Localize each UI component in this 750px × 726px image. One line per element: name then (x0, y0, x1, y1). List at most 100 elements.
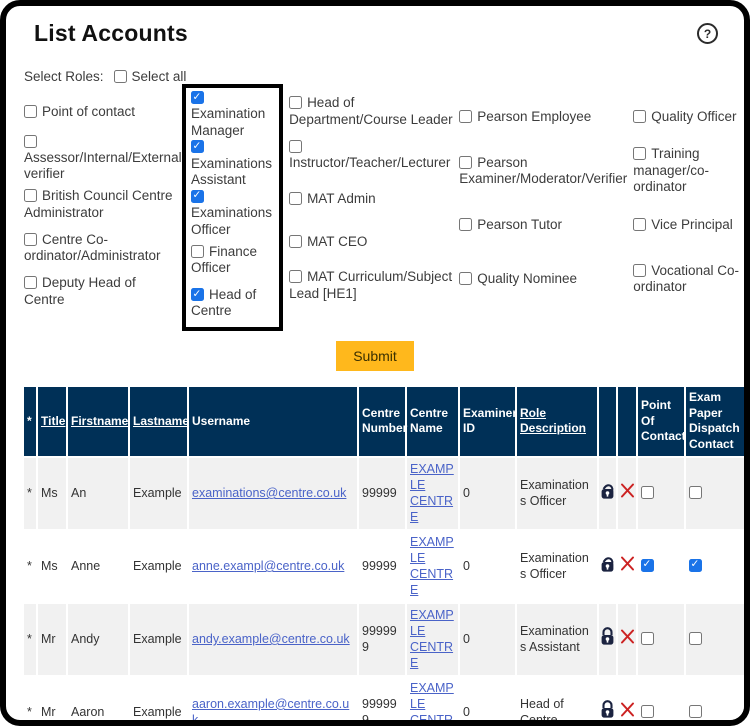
role-checkbox[interactable] (191, 91, 204, 104)
unlock-icon[interactable] (599, 553, 618, 578)
username-link[interactable]: andy.example@centre.co.uk (192, 632, 350, 646)
role-checkbox[interactable] (459, 272, 472, 285)
role-checkbox-item[interactable]: Examinations Assistant (191, 139, 274, 188)
submit-button[interactable]: Submit (336, 341, 414, 371)
username-link[interactable]: anne.exampl@centre.co.uk (192, 559, 344, 573)
role-checkbox-item[interactable]: Examinations Officer (191, 189, 274, 238)
role-checkbox[interactable] (289, 96, 302, 109)
role-label: Pearson Employee (477, 109, 591, 124)
role-checkbox[interactable] (459, 156, 472, 169)
role-checkbox[interactable] (24, 105, 37, 118)
point-of-contact-checkbox[interactable] (641, 632, 654, 645)
cell-star: * (24, 677, 36, 726)
role-checkbox-item[interactable]: MAT CEO (289, 221, 453, 265)
cell-username: andy.example@centre.co.uk (189, 604, 357, 675)
role-label: Examinations Officer (191, 205, 272, 236)
centre-name-link[interactable]: EXAMPLE CENTRE (410, 462, 454, 525)
role-checkbox-item[interactable]: Centre Co-ordinator/Administrator (24, 226, 176, 270)
role-description-text: Examinations Officer (520, 478, 589, 508)
lock-icon[interactable] (599, 699, 616, 724)
column-header[interactable]: Lastname (130, 387, 187, 455)
help-icon[interactable]: ? (697, 23, 718, 44)
column-header (618, 387, 636, 455)
role-checkbox[interactable] (191, 190, 204, 203)
column-header[interactable]: Title (38, 387, 66, 455)
role-checkbox-item[interactable]: Examination Manager (191, 90, 274, 139)
sort-link[interactable]: Firstname (71, 414, 128, 428)
cell-firstname: Aaron (68, 677, 128, 726)
role-checkbox[interactable] (191, 245, 204, 258)
centre-name-link[interactable]: EXAMPLE CENTRE (410, 535, 454, 598)
point-of-contact-checkbox[interactable] (641, 486, 654, 499)
role-checkbox[interactable] (191, 140, 204, 153)
exam-dispatch-checkbox[interactable] (689, 705, 702, 718)
role-checkbox[interactable] (633, 110, 646, 123)
point-of-contact-checkbox[interactable] (641, 705, 654, 718)
role-checkbox[interactable] (289, 192, 302, 205)
role-label: Instructor/Teacher/Lecturer (289, 155, 450, 170)
centre-name-link[interactable]: EXAMPLE CENTRE (410, 608, 454, 671)
role-label: Pearson Tutor (477, 217, 562, 232)
role-checkbox[interactable] (633, 218, 646, 231)
exam-dispatch-checkbox[interactable] (689, 486, 702, 499)
column-header: Username (189, 387, 357, 455)
centre-name-link[interactable]: EXAMPLE CENTRE (410, 681, 454, 726)
role-checkbox[interactable] (289, 270, 302, 283)
cell-exam-dispatch (686, 604, 744, 675)
role-checkbox-item[interactable]: MAT Admin (289, 177, 453, 221)
role-checkbox-item[interactable]: Deputy Head of Centre (24, 270, 176, 314)
exam-dispatch-checkbox[interactable] (689, 632, 702, 645)
role-checkbox-item[interactable]: Vice Principal (633, 198, 740, 252)
cell-star: * (24, 604, 36, 675)
role-checkbox-item[interactable]: Head of Centre (191, 282, 274, 326)
select-all-checkbox[interactable] (114, 70, 127, 83)
role-checkbox-item[interactable]: Training manager/co-ordinator (633, 144, 740, 198)
lock-icon[interactable] (599, 626, 616, 651)
role-checkbox-item[interactable]: Head of Department/Course Leader (289, 90, 453, 134)
username-link[interactable]: examinations@centre.co.uk (192, 486, 346, 500)
role-checkbox[interactable] (24, 276, 37, 289)
cell-title: Mr (38, 677, 66, 726)
role-checkbox[interactable] (459, 110, 472, 123)
role-checkbox-item[interactable]: Finance Officer (191, 238, 274, 282)
role-checkbox-item[interactable]: Instructor/Teacher/Lecturer (289, 134, 453, 178)
username-link[interactable]: aaron.example@centre.co.uk (192, 697, 349, 726)
role-checkbox-item[interactable]: Vocational Co-ordinator (633, 252, 740, 306)
role-checkbox[interactable] (633, 147, 646, 160)
sort-link[interactable]: Title (41, 414, 65, 428)
role-checkbox[interactable] (24, 189, 37, 202)
column-header[interactable]: Role Description (517, 387, 597, 455)
role-label: Quality Nominee (477, 271, 577, 286)
role-checkbox[interactable] (24, 135, 37, 148)
select-all-label[interactable]: Select all (132, 69, 187, 84)
unlock-icon[interactable] (599, 480, 618, 505)
role-checkbox-item[interactable]: Pearson Employee (459, 90, 627, 144)
role-checkbox-item[interactable]: Pearson Examiner/Moderator/Verifier (459, 144, 627, 198)
delete-icon[interactable] (620, 629, 635, 648)
role-checkbox-item[interactable]: Pearson Tutor (459, 198, 627, 252)
role-checkbox-item[interactable]: Assessor/Internal/External verifier (24, 134, 176, 183)
sort-link[interactable]: Lastname (133, 414, 189, 428)
role-checkbox[interactable] (459, 218, 472, 231)
role-checkbox[interactable] (633, 264, 646, 277)
role-checkbox[interactable] (289, 140, 302, 153)
delete-icon[interactable] (620, 702, 635, 721)
delete-icon[interactable] (620, 556, 635, 575)
delete-icon[interactable] (620, 483, 635, 502)
role-checkbox[interactable] (24, 233, 37, 246)
role-checkbox[interactable] (289, 235, 302, 248)
point-of-contact-checkbox[interactable] (641, 559, 654, 572)
role-checkbox-item[interactable]: Quality Officer (633, 90, 740, 144)
role-checkbox[interactable] (191, 288, 204, 301)
role-checkbox-item[interactable]: MAT Curriculum/Subject Lead [HE1] (289, 264, 453, 308)
role-label: Head of Department/Course Leader (289, 95, 453, 126)
role-checkbox-item[interactable]: Point of contact (24, 90, 176, 134)
column-header[interactable]: Firstname (68, 387, 128, 455)
cell-point-of-contact (638, 604, 684, 675)
exam-dispatch-checkbox[interactable] (689, 559, 702, 572)
cell-examiner-id: 0 (460, 604, 515, 675)
table-row: *MrAaronExampleaaron.example@centre.co.u… (24, 677, 744, 726)
role-checkbox-item[interactable]: Quality Nominee (459, 252, 627, 306)
sort-link[interactable]: Role Description (520, 406, 586, 436)
role-checkbox-item[interactable]: British Council Centre Administrator (24, 183, 176, 227)
